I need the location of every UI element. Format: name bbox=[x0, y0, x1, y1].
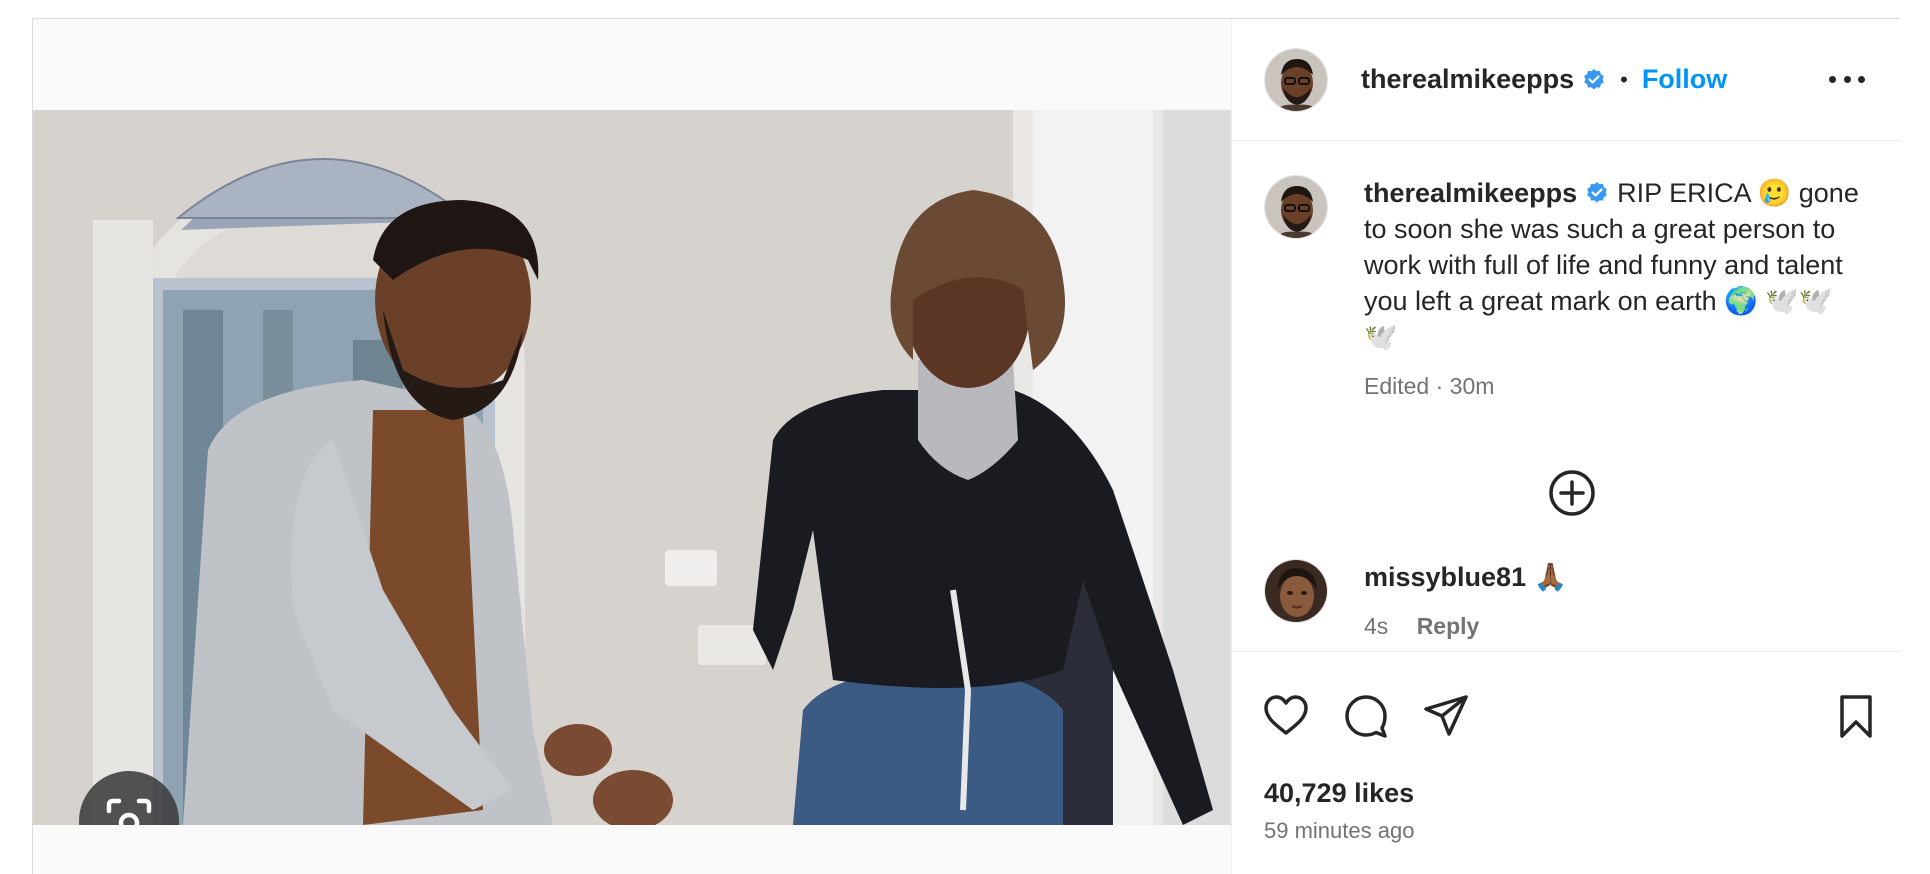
actions-bar: 40,729 likes 59 minutes ago bbox=[1232, 651, 1901, 874]
comment-text: missyblue81 🙏🏾 bbox=[1364, 561, 1567, 593]
post-header: therealmikeepps • Follow bbox=[1232, 19, 1901, 141]
comment-emoji: 🙏🏾 bbox=[1533, 562, 1568, 592]
media-pane bbox=[33, 19, 1231, 874]
header-separator: • bbox=[1620, 66, 1628, 92]
dot bbox=[1858, 75, 1865, 83]
comment-bubble-icon[interactable] bbox=[1342, 692, 1390, 740]
post-photo[interactable] bbox=[33, 110, 1231, 825]
caption-meta: Edited · 30m bbox=[1364, 373, 1495, 399]
more-options-icon[interactable] bbox=[1829, 67, 1865, 91]
bookmark-icon[interactable] bbox=[1832, 692, 1880, 740]
likes-count[interactable]: 40,729 likes bbox=[1264, 778, 1414, 809]
verified-badge-icon bbox=[1584, 68, 1604, 89]
add-circle-icon[interactable] bbox=[1546, 467, 1598, 519]
caption-author-avatar[interactable] bbox=[1264, 175, 1328, 239]
post-frame: therealmikeepps • Follow therealmikeepps… bbox=[32, 18, 1901, 874]
verified-badge-icon bbox=[1587, 182, 1607, 203]
comment-age: 4s bbox=[1364, 613, 1389, 639]
follow-button[interactable]: Follow bbox=[1642, 64, 1727, 95]
photo-illustration bbox=[33, 110, 1231, 825]
commenter-avatar[interactable] bbox=[1264, 559, 1328, 623]
caption-username[interactable]: therealmikeepps bbox=[1364, 178, 1577, 208]
post-info-pane: therealmikeepps • Follow therealmikeepps… bbox=[1231, 19, 1901, 874]
author-avatar[interactable] bbox=[1264, 47, 1328, 112]
dot bbox=[1843, 75, 1851, 83]
avatar-image bbox=[1265, 48, 1327, 111]
avatar-image bbox=[1265, 560, 1327, 622]
caption-body: therealmikeepps RIP ERICA 🥲 gone to soon… bbox=[1364, 175, 1864, 355]
heart-icon[interactable] bbox=[1262, 692, 1310, 740]
dot bbox=[1829, 75, 1836, 83]
comment-meta: 4s Reply bbox=[1364, 613, 1479, 640]
visual-search-icon bbox=[106, 798, 152, 825]
comment-username[interactable]: missyblue81 bbox=[1364, 562, 1526, 592]
author-username[interactable]: therealmikeepps bbox=[1361, 64, 1574, 95]
post-time: 59 minutes ago bbox=[1264, 818, 1415, 843]
reply-button[interactable]: Reply bbox=[1417, 613, 1480, 639]
paper-plane-icon[interactable] bbox=[1422, 692, 1470, 740]
avatar-image bbox=[1265, 176, 1327, 238]
